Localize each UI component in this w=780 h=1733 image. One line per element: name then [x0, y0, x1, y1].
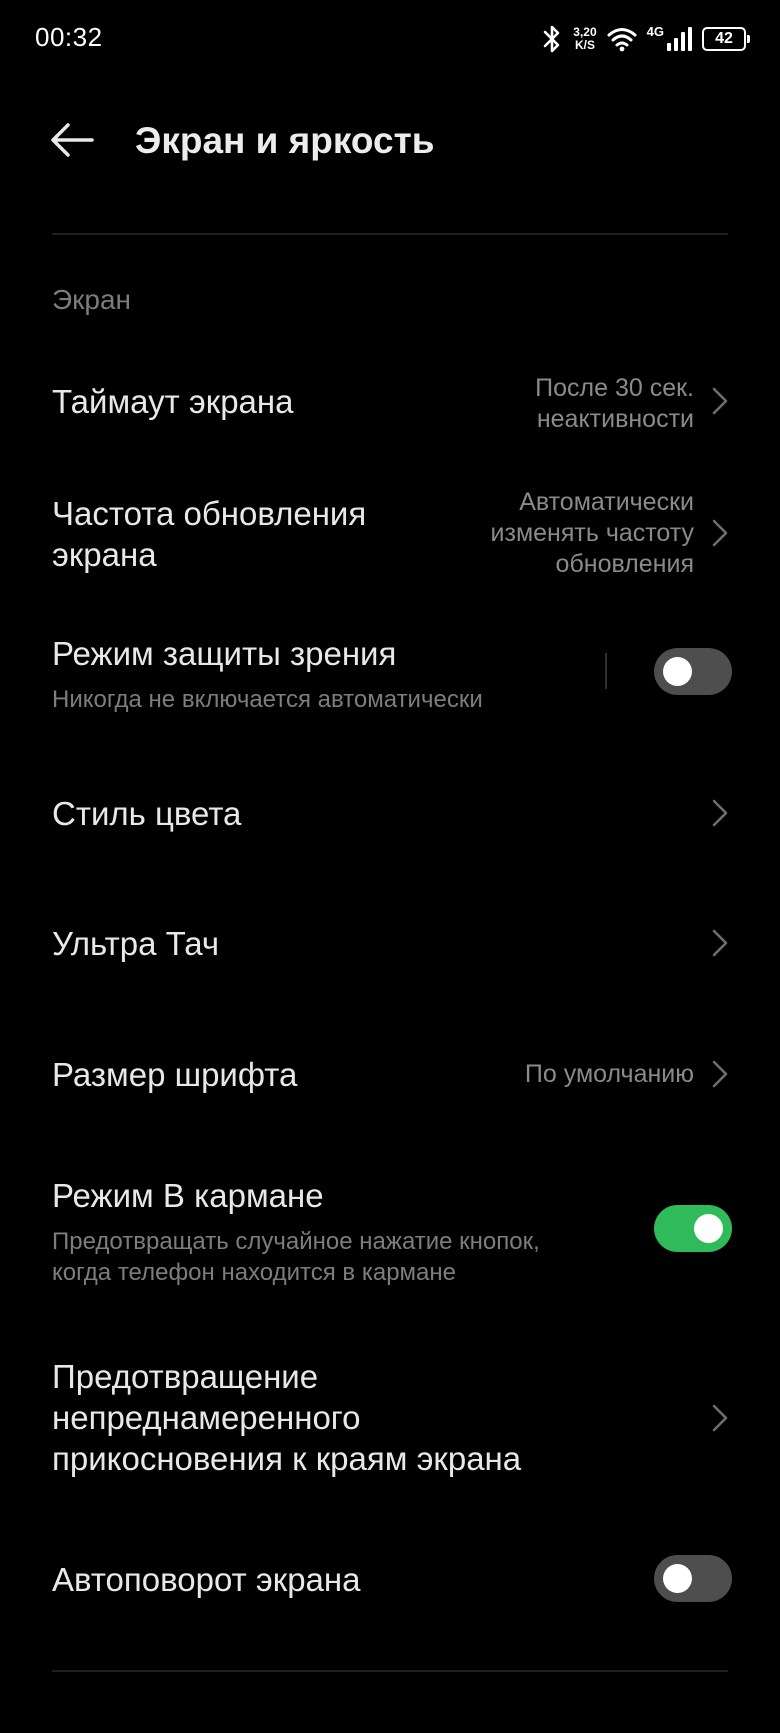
- setting-auto-rotate: Автоповорот экрана: [0, 1540, 780, 1620]
- setting-title: Автоповорот экрана: [52, 1561, 361, 1598]
- setting-ultra-touch[interactable]: Ультра Тач: [0, 900, 780, 990]
- eye-comfort-toggle[interactable]: [654, 648, 732, 695]
- setting-color-style[interactable]: Стиль цвета: [0, 770, 780, 860]
- setting-title: Таймаут экрана: [52, 383, 294, 420]
- row-divider: [605, 653, 607, 689]
- setting-value: По умолчанию: [524, 1060, 694, 1088]
- setting-screen-timeout[interactable]: Таймаут экрана После 30 сек. неактивност…: [0, 360, 780, 450]
- setting-title: Режим В кармане: [52, 1177, 324, 1214]
- status-icons: 3,20 K/S 4G 42: [541, 22, 750, 56]
- chevron-right-icon: [712, 519, 728, 547]
- chevron-right-icon: [712, 1404, 728, 1432]
- battery-icon: 42: [702, 27, 750, 51]
- setting-font-size[interactable]: Размер шрифта По умолчанию: [0, 1030, 780, 1120]
- setting-title-line1: Предотвращение: [52, 1358, 319, 1395]
- toggle-knob: [663, 1564, 692, 1593]
- setting-pocket-mode: Режим В кармане Предотвращать случайное …: [0, 1170, 780, 1290]
- bluetooth-icon: [541, 25, 563, 53]
- setting-value: После 30 сек. неактивности: [535, 374, 694, 433]
- network-speed: 3,20 K/S: [573, 26, 596, 52]
- page-title: Экран и яркость: [135, 120, 435, 161]
- battery-level: 42: [715, 30, 733, 47]
- cellular-signal-icon: [666, 26, 692, 52]
- arrow-left-icon: [48, 120, 96, 165]
- back-button[interactable]: [44, 114, 100, 170]
- chevron-right-icon: [712, 387, 728, 415]
- setting-refresh-rate[interactable]: Частота обновления экрана Автоматически …: [0, 475, 780, 595]
- setting-title: Стиль цвета: [52, 795, 242, 832]
- status-bar: 00:32 3,20 K/S 4G 42: [0, 0, 780, 80]
- network-type: 4G: [646, 24, 664, 39]
- setting-title: Режим защиты зрения: [52, 635, 397, 672]
- setting-title: Размер шрифта: [52, 1056, 298, 1093]
- chevron-right-icon: [712, 929, 728, 957]
- app-header: Экран и яркость: [0, 100, 780, 200]
- toggle-knob: [694, 1214, 723, 1243]
- setting-subtitle: Никогда не включается автоматически: [52, 686, 483, 713]
- wifi-icon: [607, 26, 637, 52]
- pocket-mode-toggle[interactable]: [654, 1205, 732, 1252]
- section-title: Экран: [52, 284, 131, 315]
- bottom-divider: [52, 1670, 728, 1672]
- setting-title: Ультра Тач: [52, 925, 220, 962]
- setting-value: Автоматически изменять частоту обновлени…: [490, 488, 694, 578]
- setting-subtitle-line2: когда телефон находится в кармане: [52, 1259, 456, 1286]
- network-speed-unit: K/S: [574, 38, 595, 52]
- setting-subtitle-line1: Предотвращать случайное нажатие кнопок,: [52, 1228, 540, 1255]
- chevron-right-icon: [712, 1060, 728, 1088]
- auto-rotate-toggle[interactable]: [654, 1555, 732, 1602]
- setting-title-line2: экрана: [52, 536, 157, 573]
- setting-title-line3: прикосновения к краям экрана: [52, 1440, 522, 1477]
- toggle-knob: [663, 657, 692, 686]
- status-time: 00:32: [35, 22, 103, 52]
- header-divider: [52, 233, 728, 235]
- setting-title-line2: непреднамеренного: [52, 1399, 361, 1436]
- setting-edge-touch-prevention[interactable]: Предотвращение непреднамеренного прикосн…: [0, 1350, 780, 1490]
- chevron-right-icon: [712, 799, 728, 827]
- setting-title-line1: Частота обновления: [52, 495, 367, 532]
- setting-eye-comfort: Режим защиты зрения Никогда не включаетс…: [0, 625, 780, 725]
